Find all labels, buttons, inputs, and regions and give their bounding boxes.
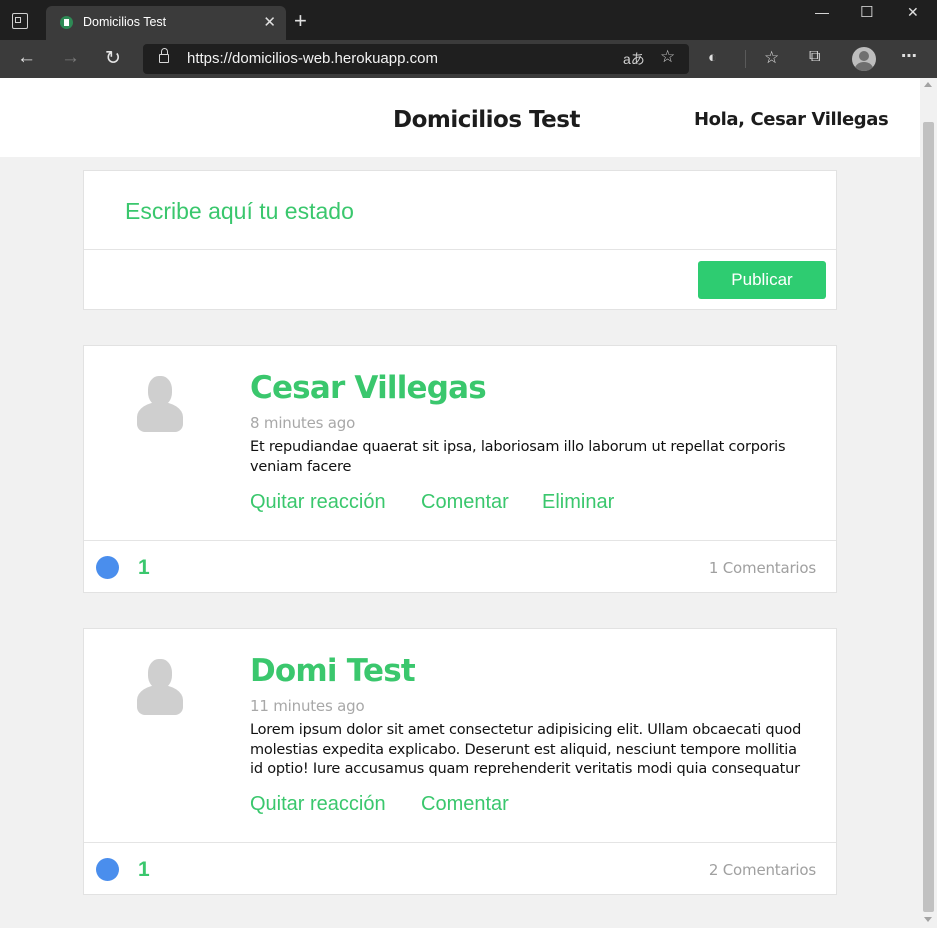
site-favicon-icon (60, 16, 73, 29)
page-viewport: Domicilios Test Hola, Cesar Villegas Esc… (0, 78, 920, 928)
favorites-icon[interactable]: ☆ (764, 48, 779, 68)
user-greeting: Hola, Cesar Villegas (694, 109, 889, 130)
comments-link[interactable]: 2 Comentarios (709, 861, 816, 879)
maximize-icon[interactable]: ☐ (860, 3, 873, 21)
new-tab-icon[interactable]: + (294, 8, 307, 34)
close-window-icon[interactable]: ✕ (907, 4, 919, 21)
tracking-prevention-icon[interactable]: ◐ (708, 49, 717, 66)
post-card: Domi Test 11 minutes ago Lorem ipsum dol… (83, 628, 837, 895)
url-text[interactable]: https://domicilios-web.herokuapp.com (187, 50, 438, 67)
post-card: Cesar Villegas 8 minutes ago Et repudian… (83, 345, 837, 593)
reaction-count: 1 (138, 556, 150, 579)
post-body: Et repudiandae quaerat sit ipsa, laborio… (250, 439, 786, 475)
browser-tab[interactable]: Domicilios Test ✕ (46, 6, 286, 40)
status-input[interactable]: Escribe aquí tu estado (84, 171, 836, 250)
tab-actions-icon[interactable] (12, 13, 28, 29)
scroll-up-icon[interactable] (924, 82, 932, 87)
browser-toolbar: ← → ↻ https://domicilios-web.herokuapp.c… (0, 40, 937, 78)
address-bar[interactable]: https://domicilios-web.herokuapp.com aあ … (143, 44, 689, 74)
lock-icon[interactable] (159, 48, 169, 63)
delete-button[interactable]: Eliminar (542, 491, 614, 514)
site-title[interactable]: Domicilios Test (393, 107, 580, 133)
avatar (137, 659, 183, 715)
post-time: 8 minutes ago (250, 414, 356, 432)
post-author[interactable]: Cesar Villegas (250, 370, 487, 406)
site-header: Domicilios Test Hola, Cesar Villegas (0, 78, 920, 157)
reaction-count: 1 (138, 858, 150, 881)
reaction-icon[interactable] (96, 556, 119, 579)
close-tab-icon[interactable]: ✕ (263, 13, 276, 31)
post-footer: 1 2 Comentarios (84, 842, 836, 895)
post-author[interactable]: Domi Test (250, 653, 416, 689)
back-icon[interactable]: ← (17, 47, 36, 69)
minimize-icon[interactable]: — (815, 4, 829, 20)
comment-button[interactable]: Comentar (421, 793, 509, 816)
scroll-down-icon[interactable] (924, 917, 932, 922)
post-footer: 1 1 Comentarios (84, 540, 836, 593)
publish-button[interactable]: Publicar (698, 261, 826, 299)
forward-icon: → (61, 47, 80, 68)
reaction-icon[interactable] (96, 858, 119, 881)
status-placeholder: Escribe aquí tu estado (125, 198, 354, 224)
profile-icon[interactable] (852, 47, 876, 71)
avatar (137, 376, 183, 432)
status-composer: Escribe aquí tu estado Publicar (83, 170, 837, 310)
remove-reaction-button[interactable]: Quitar reacción (250, 793, 386, 816)
page-scrollbar[interactable] (920, 78, 937, 928)
refresh-icon[interactable]: ↻ (105, 47, 121, 70)
post-body: Lorem ipsum dolor sit amet consectetur a… (250, 722, 802, 777)
comments-link[interactable]: 1 Comentarios (709, 559, 816, 577)
browser-tab-bar: Domicilios Test ✕ + — ☐ ✕ (0, 0, 937, 40)
toolbar-separator (745, 50, 746, 68)
translate-icon[interactable]: aあ (623, 49, 645, 69)
comment-button[interactable]: Comentar (421, 491, 509, 514)
more-icon[interactable]: ⋯ (901, 46, 917, 66)
add-favorite-icon[interactable]: ☆ (660, 47, 675, 67)
scroll-thumb[interactable] (923, 122, 934, 912)
tab-title: Domicilios Test (83, 15, 167, 29)
post-time: 11 minutes ago (250, 697, 365, 715)
remove-reaction-button[interactable]: Quitar reacción (250, 491, 386, 514)
collections-icon[interactable]: ⧉ (809, 48, 820, 66)
